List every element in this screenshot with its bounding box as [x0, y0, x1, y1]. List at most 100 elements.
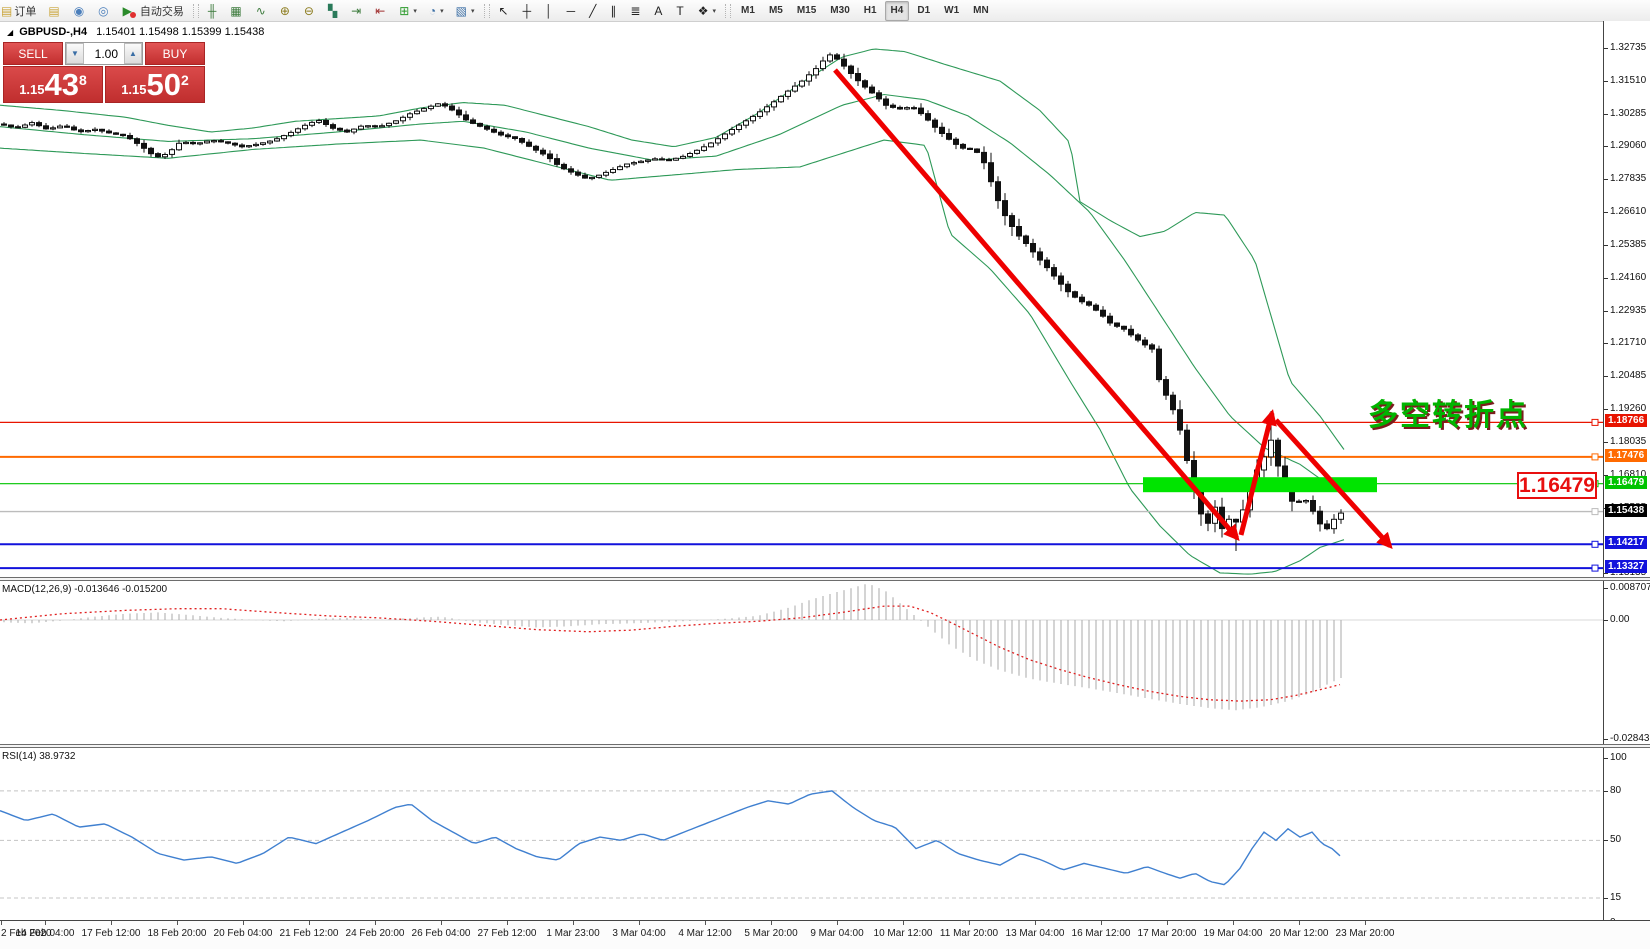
- time-axis[interactable]: 2 Feb 202014 Feb 04:0017 Feb 12:0018 Feb…: [0, 920, 1650, 949]
- indicators-button[interactable]: ⊞▾: [394, 1, 422, 21]
- buy-button[interactable]: BUY: [145, 42, 205, 65]
- axis-tick: [1604, 146, 1608, 147]
- crosshair-button[interactable]: ┼: [518, 1, 539, 21]
- sell-price-display[interactable]: 1.15 43 8: [3, 66, 103, 103]
- timeframe-m1-button[interactable]: M1: [735, 1, 761, 21]
- time-tick: [243, 921, 244, 925]
- chart-shift-button[interactable]: ⇤: [370, 1, 392, 21]
- time-tick: [111, 921, 112, 925]
- time-label: 27 Feb 12:00: [478, 928, 537, 939]
- price-tick-label: 1.18035: [1610, 436, 1646, 447]
- new-order-button[interactable]: ▤ 订单: [0, 1, 41, 21]
- trend-arrow-2[interactable]: [1241, 413, 1272, 535]
- time-label: 14 Feb 04:00: [16, 928, 75, 939]
- axis-tick: [1604, 442, 1608, 443]
- new-order-label: 订单: [14, 3, 36, 19]
- zoom-out-icon: ⊖: [304, 5, 314, 17]
- periods-button[interactable]: ◔▾: [424, 1, 449, 21]
- templates-button[interactable]: ▧▾: [451, 1, 480, 21]
- time-tick: [45, 921, 46, 925]
- buy-price-point: 2: [181, 72, 189, 88]
- timeframe-m30-button[interactable]: M30: [824, 1, 855, 21]
- time-tick: [309, 921, 310, 925]
- macd-pane[interactable]: [0, 580, 1603, 744]
- hline-handle[interactable]: [1592, 541, 1598, 547]
- hline-handle[interactable]: [1592, 481, 1598, 487]
- vertical-line-button[interactable]: │: [540, 1, 560, 21]
- time-label: 3 Mar 04:00: [612, 928, 665, 939]
- bar-chart-button[interactable]: ╫: [203, 1, 224, 21]
- time-tick: [441, 921, 442, 925]
- bar-chart-icon: ╫: [208, 5, 217, 17]
- price-tick-label: 80: [1610, 785, 1621, 796]
- autotrading-button[interactable]: ▶ 自动交易: [118, 1, 189, 21]
- rsi-pane[interactable]: [0, 747, 1603, 920]
- sell-button[interactable]: SELL: [3, 42, 63, 65]
- time-tick: [1, 921, 2, 925]
- timeframe-d1-button[interactable]: D1: [911, 1, 936, 21]
- time-tick: [1167, 921, 1168, 925]
- price-badge-1.17476: 1.17476: [1605, 449, 1647, 462]
- timeframe-w1-button[interactable]: W1: [938, 1, 965, 21]
- fibonacci-button[interactable]: ≣: [625, 1, 647, 21]
- hline-handle[interactable]: [1592, 454, 1598, 460]
- channel-button[interactable]: ∥: [605, 1, 623, 21]
- chevron-down-icon: ▾: [713, 7, 717, 15]
- zoom-out-button[interactable]: ⊖: [299, 1, 321, 21]
- bollinger-upper: [0, 49, 1344, 449]
- time-label: 10 Mar 12:00: [874, 928, 933, 939]
- price-tick-label: 100: [1610, 752, 1627, 763]
- sell-price-prefix: 1.15: [19, 82, 44, 97]
- candlestick-chart-button[interactable]: ▦: [225, 1, 248, 21]
- timeframe-mn-button[interactable]: MN: [967, 1, 995, 21]
- text-button[interactable]: A: [649, 1, 669, 21]
- broadcast-button[interactable]: ◎: [93, 1, 115, 21]
- hline-handle[interactable]: [1592, 565, 1598, 571]
- axis-tick: [1604, 179, 1608, 180]
- price-chart-pane[interactable]: [0, 22, 1603, 577]
- tile-windows-button[interactable]: ▚: [323, 1, 344, 21]
- trendline-button[interactable]: ╱: [584, 1, 603, 21]
- volume-input[interactable]: 1.00: [84, 43, 124, 64]
- trend-arrow-1[interactable]: [835, 70, 1237, 538]
- timeframe-group: M1M5M15M30H1H4D1W1MN: [734, 1, 996, 21]
- pane-separator[interactable]: [0, 744, 1650, 748]
- line-chart-icon: ∿: [256, 5, 266, 17]
- chevron-down-icon: ▾: [440, 7, 444, 15]
- templates-icon: ▧: [456, 5, 467, 17]
- pane-separator[interactable]: [0, 577, 1650, 581]
- price-tick-label: 1.19260: [1610, 403, 1646, 414]
- price-axis[interactable]: 1.327351.315101.302851.290601.278351.266…: [1603, 21, 1650, 922]
- volume-increase-button[interactable]: ▲: [124, 43, 142, 64]
- label-button[interactable]: T: [671, 1, 690, 21]
- price-tick-label: 0.008707: [1610, 582, 1650, 593]
- buy-price-display[interactable]: 1.15 50 2: [105, 66, 205, 103]
- chart-shift-icon: ⇤: [375, 5, 385, 17]
- auto-scroll-button[interactable]: ⇥: [346, 1, 368, 21]
- price-tick-label: 1.29060: [1610, 140, 1646, 151]
- shapes-icon: ❖: [698, 5, 709, 17]
- timeframe-h4-button[interactable]: H4: [885, 1, 910, 21]
- timeframe-h1-button[interactable]: H1: [858, 1, 883, 21]
- chevron-down-icon: ▾: [413, 7, 417, 15]
- shapes-button[interactable]: ❖▾: [693, 1, 721, 21]
- line-chart-button[interactable]: ∿: [251, 1, 273, 21]
- hline-handle[interactable]: [1592, 419, 1598, 425]
- accounts-icon: ◉: [74, 5, 84, 17]
- horizontal-line-button[interactable]: ─: [562, 1, 583, 21]
- cursor-button[interactable]: ↖: [494, 1, 516, 21]
- time-label: 23 Mar 20:00: [1336, 928, 1395, 939]
- new-order-icon: ▤: [1, 5, 12, 17]
- sell-price-point: 8: [79, 72, 87, 88]
- zoom-in-button[interactable]: ⊕: [275, 1, 297, 21]
- accounts-button[interactable]: ◉: [69, 1, 91, 21]
- new-order-button[interactable]: ▤: [43, 1, 66, 21]
- hline-handle[interactable]: [1592, 509, 1598, 515]
- axis-tick: [1604, 81, 1608, 82]
- price-tick-label: 1.20485: [1610, 370, 1646, 381]
- volume-decrease-button[interactable]: ▼: [66, 43, 84, 64]
- price-tick-label: 1.24160: [1610, 272, 1646, 283]
- buy-price-prefix: 1.15: [121, 82, 146, 97]
- timeframe-m5-button[interactable]: M5: [763, 1, 789, 21]
- timeframe-m15-button[interactable]: M15: [791, 1, 822, 21]
